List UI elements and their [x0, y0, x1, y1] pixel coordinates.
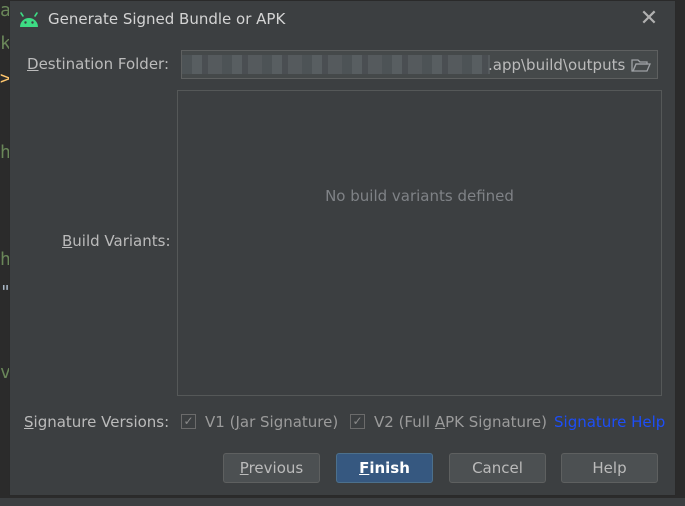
previous-button[interactable]: Previous: [223, 453, 320, 483]
signature-versions-label: Signature Versions:: [24, 413, 169, 431]
button-label: revious: [248, 459, 304, 477]
build-variants-label: Build Variants:: [62, 232, 171, 250]
label-text: PK Signature): [445, 413, 547, 431]
mnemonic-d: D: [27, 55, 39, 73]
cancel-button[interactable]: Cancel: [449, 453, 546, 483]
build-variants-list[interactable]: No build variants defined: [177, 90, 662, 396]
v2-signature-checkbox[interactable]: ✓: [350, 414, 365, 429]
destination-path-text: .app\build\outputs: [488, 56, 626, 74]
signature-help-link[interactable]: Signature Help: [554, 413, 665, 431]
close-icon[interactable]: ✕: [639, 8, 659, 30]
label-text: V2 (Full: [374, 413, 435, 431]
mnemonic-b: B: [62, 232, 73, 250]
v1-signature-checkbox[interactable]: ✓: [181, 414, 196, 429]
destination-folder-label: Destination Folder:: [27, 55, 169, 73]
label-text: estination Folder:: [38, 55, 169, 73]
empty-variants-text: No build variants defined: [325, 187, 514, 205]
v2-signature-label[interactable]: V2 (Full APK Signature): [374, 413, 547, 431]
label-text: uild Variants:: [72, 232, 171, 250]
signed-bundle-dialog: Generate Signed Bundle or APK ✕ Destinat…: [9, 0, 676, 496]
dialog-title: Generate Signed Bundle or APK: [48, 10, 286, 28]
help-button[interactable]: Help: [561, 453, 658, 483]
android-icon: [20, 12, 38, 27]
mnemonic-s: S: [24, 413, 34, 431]
label-text: ar Signature): [239, 413, 339, 431]
mnemonic-f: F: [359, 459, 370, 477]
label-text: ignature Versions:: [33, 413, 170, 431]
redacted-path: [182, 55, 490, 74]
folder-open-icon[interactable]: [631, 57, 651, 73]
destination-folder-field[interactable]: .app\build\outputs: [181, 50, 658, 79]
dialog-titlebar[interactable]: Generate Signed Bundle or APK ✕: [10, 1, 675, 39]
mnemonic-a: A: [434, 413, 446, 431]
mnemonic-p: P: [239, 459, 249, 477]
v1-signature-label[interactable]: V1 (Jar Signature): [205, 413, 338, 431]
button-label: inish: [369, 459, 410, 477]
label-text: V1 (: [205, 413, 236, 431]
finish-button[interactable]: Finish: [336, 453, 433, 483]
